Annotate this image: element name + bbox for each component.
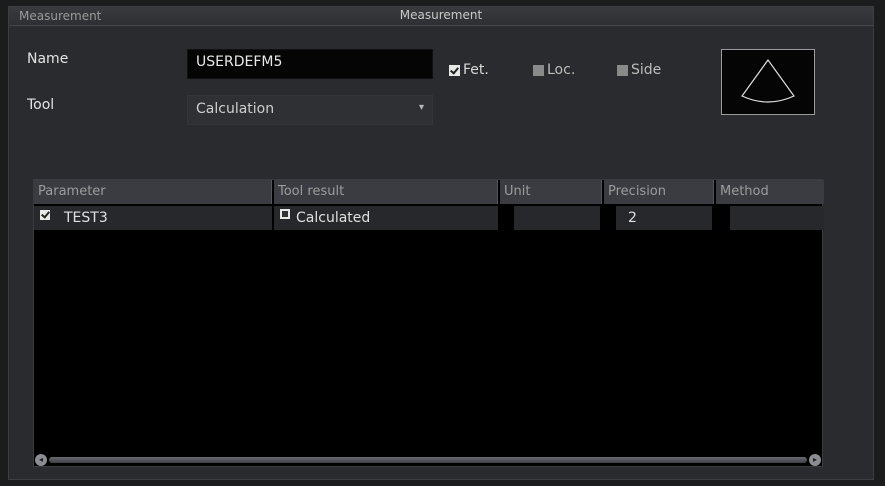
tool-result-value: Calculated: [296, 210, 371, 226]
column-header-parameter[interactable]: Parameter: [34, 180, 272, 204]
side-checkbox[interactable]: Side: [617, 62, 661, 78]
parameter-value: TEST3: [64, 210, 108, 226]
sector-probe-icon: [721, 49, 815, 115]
tool-select-value: Calculation: [196, 101, 275, 117]
column-header-tool-result[interactable]: Tool result: [274, 180, 498, 204]
parameter-table: Parameter Tool result Unit Precision Met…: [33, 179, 824, 467]
fet-checkbox-label: Fet.: [463, 62, 489, 78]
checkbox-checked-icon: [449, 64, 460, 76]
fet-checkbox[interactable]: Fet.: [449, 62, 489, 78]
cell-parameter[interactable]: TEST3: [34, 206, 272, 230]
table-row[interactable]: TEST3 Calculated 2: [34, 206, 824, 230]
window-title: Measurement: [399, 8, 483, 22]
scroll-left-icon[interactable]: ◂: [35, 454, 47, 466]
name-label: Name: [27, 51, 69, 67]
tool-select[interactable]: Calculation ▾: [187, 95, 433, 125]
loc-checkbox[interactable]: Loc.: [533, 62, 575, 78]
cell-unit[interactable]: [514, 206, 600, 230]
chevron-down-icon: ▾: [418, 102, 424, 113]
table-header: Parameter Tool result Unit Precision Met…: [34, 180, 824, 204]
column-header-method[interactable]: Method: [716, 180, 824, 204]
loc-checkbox-label: Loc.: [547, 62, 576, 78]
scroll-right-icon[interactable]: ▸: [809, 454, 821, 466]
cell-method[interactable]: [730, 206, 824, 230]
checkbox-unchecked-icon: [533, 64, 544, 76]
tool-result-icon[interactable]: [280, 209, 290, 219]
tool-label: Tool: [27, 97, 55, 113]
column-header-precision[interactable]: Precision: [604, 180, 714, 204]
cell-precision[interactable]: 2: [616, 206, 712, 230]
column-header-unit[interactable]: Unit: [500, 180, 602, 204]
measurement-dialog: Measurement Measurement Name USERDEFM5 T…: [8, 6, 874, 480]
cell-tool-result[interactable]: Calculated: [274, 206, 498, 230]
checkbox-unchecked-icon: [617, 64, 628, 76]
name-input[interactable]: USERDEFM5: [187, 49, 433, 79]
horizontal-scrollbar[interactable]: ◂ ▸: [33, 453, 823, 467]
scrollbar-thumb[interactable]: [49, 457, 807, 463]
side-checkbox-label: Side: [631, 62, 662, 78]
title-bar: Measurement Measurement: [9, 7, 873, 26]
row-checkbox-icon[interactable]: [40, 210, 50, 220]
